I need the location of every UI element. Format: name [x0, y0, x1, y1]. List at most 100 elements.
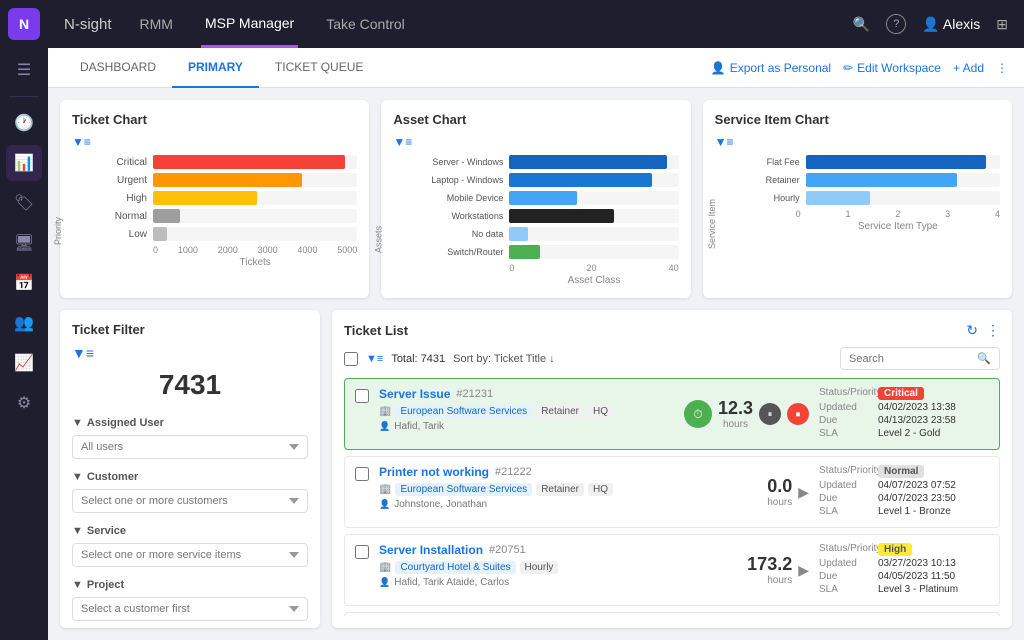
filter-service-select[interactable]: Select one or more service items	[72, 543, 308, 567]
more-options-icon[interactable]: ⋮	[996, 61, 1008, 75]
filter-customer-select[interactable]: Select one or more customers	[72, 489, 308, 513]
filter-toolbar-icon[interactable]: ▼≡	[366, 353, 383, 365]
ticket-tag-hq: HQ	[588, 405, 613, 418]
ticket-id: #21231	[456, 388, 493, 400]
tab-dashboard[interactable]: DASHBOARD	[64, 48, 172, 88]
asset-chart-wrapper: Assets Server - Windows Laptop - Windows…	[393, 155, 678, 286]
sidebar-icon-settings[interactable]: ⚙	[6, 385, 42, 421]
ticket-name[interactable]: Printer not working	[379, 465, 489, 479]
play-button[interactable]: ▶	[798, 562, 809, 579]
meta-due-row: Due 04/13/2023 23:58	[819, 415, 989, 426]
filter-user-expand-icon[interactable]: ▼	[72, 417, 83, 429]
ticket-search-input[interactable]	[849, 353, 971, 365]
meta-sla-row: SLA Level 2 - Gold	[819, 428, 989, 439]
sidebar-icon-bar[interactable]: 📈	[6, 345, 42, 381]
ticket-list-refresh-icon[interactable]: ↻	[966, 322, 978, 339]
bar-critical: Critical	[102, 155, 357, 169]
timer-stop-button[interactable]: ⏹	[787, 403, 809, 425]
ticket-search-icon[interactable]: 🔍	[977, 352, 991, 365]
filter-project-select[interactable]: Select a customer first	[72, 597, 308, 621]
ticket-tag-retainer: Retainer	[536, 405, 584, 418]
sidebar-icon-tag[interactable]: 🏷	[6, 185, 42, 221]
filter-customer-expand-icon[interactable]: ▼	[72, 471, 83, 483]
nav-rmm[interactable]: RMM	[136, 0, 177, 48]
asset-chart-filter-icon[interactable]: ▼≡	[393, 135, 412, 149]
tab-actions: 👤 Export as Personal ✏ Edit Workspace + …	[711, 61, 1008, 75]
filter-user-select[interactable]: All users	[72, 435, 308, 459]
user-menu[interactable]: 👤 Alexis	[922, 16, 980, 33]
nav-take-control[interactable]: Take Control	[322, 0, 409, 48]
ticket-meta: Status/Priority Critical Updated 04/02/2…	[819, 387, 989, 441]
ticket-due: 04/05/2023 11:50	[878, 571, 955, 582]
timer-pause-button[interactable]: ⏸	[759, 403, 781, 425]
tab-ticket-queue[interactable]: TICKET QUEUE	[259, 48, 379, 88]
filter-icon[interactable]: ▼≡	[72, 345, 308, 361]
asset-bar-laptop-win: Laptop - Windows	[423, 173, 678, 187]
ticket-title-row: Printer not working #21222	[379, 465, 757, 479]
edit-workspace-button[interactable]: ✏ Edit Workspace	[843, 61, 941, 75]
apps-icon[interactable]: ⊞	[996, 16, 1008, 33]
sort-label[interactable]: Sort by: Ticket Title ↓	[453, 353, 554, 365]
ticket-customer: Courtyard Hotel & Suites	[395, 561, 515, 574]
ticket-updated: 04/07/2023 07:52	[878, 480, 956, 491]
app-logo[interactable]: N	[8, 8, 40, 40]
meta-updated-row: Updated 03/27/2023 10:13	[819, 558, 989, 569]
service-chart-x-label: Service Item Type	[745, 221, 1000, 232]
sidebar: N ☰ 🕐 📊 🏷 🖥 📅 👥 📈 ⚙	[0, 0, 48, 640]
meta-status-row: Status/Priority Normal	[819, 465, 989, 478]
ticket-row: Server Installation #20751 🏢 Courtyard H…	[344, 534, 1000, 606]
priority-badge: Critical	[878, 387, 924, 400]
export-personal-button[interactable]: 👤 Export as Personal	[711, 61, 831, 75]
sidebar-icon-monitor[interactable]: 🖥	[6, 225, 42, 261]
ticket-chart-filter-icon[interactable]: ▼≡	[72, 135, 91, 149]
ticket-checkbox[interactable]	[355, 545, 369, 559]
meta-status-row: Status/Priority Critical	[819, 387, 989, 400]
sidebar-icon-users[interactable]: 👥	[6, 305, 42, 341]
asset-bar-workstations: Workstations	[423, 209, 678, 223]
select-all-checkbox[interactable]	[344, 352, 358, 366]
play-button[interactable]: ▶	[798, 484, 809, 501]
nav-msp-manager[interactable]: MSP Manager	[201, 0, 298, 48]
ticket-checkbox[interactable]	[355, 389, 369, 403]
ticket-updated: 03/27/2023 10:13	[878, 558, 956, 569]
ticket-sla: Level 2 - Gold	[878, 428, 940, 439]
ticket-tags: 🏢 Courtyard Hotel & Suites Hourly	[379, 561, 737, 574]
search-icon[interactable]: 🔍	[853, 16, 870, 33]
ticket-checkbox[interactable]	[355, 467, 369, 481]
ticket-id: #21222	[495, 466, 532, 478]
sidebar-icon-chart[interactable]: 📊	[6, 145, 42, 181]
service-chart-x-axis: 01234	[745, 209, 1000, 219]
meta-updated-row: Updated 04/02/2023 13:38	[819, 402, 989, 413]
ticket-main: Server Issue #21231 🏢 European Software …	[379, 387, 674, 441]
filter-section-service: ▼ Service Select one or more service ite…	[72, 525, 308, 567]
filter-project-expand-icon[interactable]: ▼	[72, 579, 83, 591]
bar-low: Low	[102, 227, 357, 241]
ticket-customer-icon: 🏢	[379, 406, 391, 417]
ticket-name[interactable]: Server Installation	[379, 543, 483, 557]
ticket-name[interactable]: Server Issue	[379, 387, 450, 401]
asset-chart-card: Asset Chart ▼≡ Assets Server - Windows L…	[381, 100, 690, 298]
add-button[interactable]: + Add	[953, 61, 984, 75]
ticket-due: 04/13/2023 23:58	[878, 415, 956, 426]
ticket-list-more-icon[interactable]: ⋮	[986, 322, 1000, 339]
sidebar-icon-menu[interactable]: ☰	[6, 52, 42, 88]
help-icon[interactable]: ?	[886, 14, 906, 34]
filter-service-expand-icon[interactable]: ▼	[72, 525, 83, 537]
main-content: N-sight RMM MSP Manager Take Control 🔍 ?…	[48, 0, 1024, 640]
ticket-main: Printer not working #21222 🏢 European So…	[379, 465, 757, 519]
ticket-chart-x-label: Tickets	[102, 257, 357, 268]
ticket-assignee: Johnstone, Jonathan	[379, 499, 757, 510]
ticket-tag-hq: HQ	[588, 483, 613, 496]
ticket-hours-display: 173.2 hours	[747, 554, 792, 586]
ticket-hours-label: hours	[747, 575, 792, 586]
meta-updated-row: Updated 04/07/2023 07:52	[819, 480, 989, 491]
service-chart-filter-icon[interactable]: ▼≡	[715, 135, 734, 149]
asset-bar-switch: Switch/Router	[423, 245, 678, 259]
sidebar-icon-calendar[interactable]: 📅	[6, 265, 42, 301]
ticket-list-actions: ↻ ⋮	[966, 322, 1000, 339]
ticket-hours-label: hours	[718, 419, 753, 430]
sidebar-icon-clock[interactable]: 🕐	[6, 105, 42, 141]
ticket-tag-hourly: Hourly	[520, 561, 559, 574]
priority-badge: Normal	[878, 465, 924, 478]
tab-primary[interactable]: PRIMARY	[172, 48, 259, 88]
